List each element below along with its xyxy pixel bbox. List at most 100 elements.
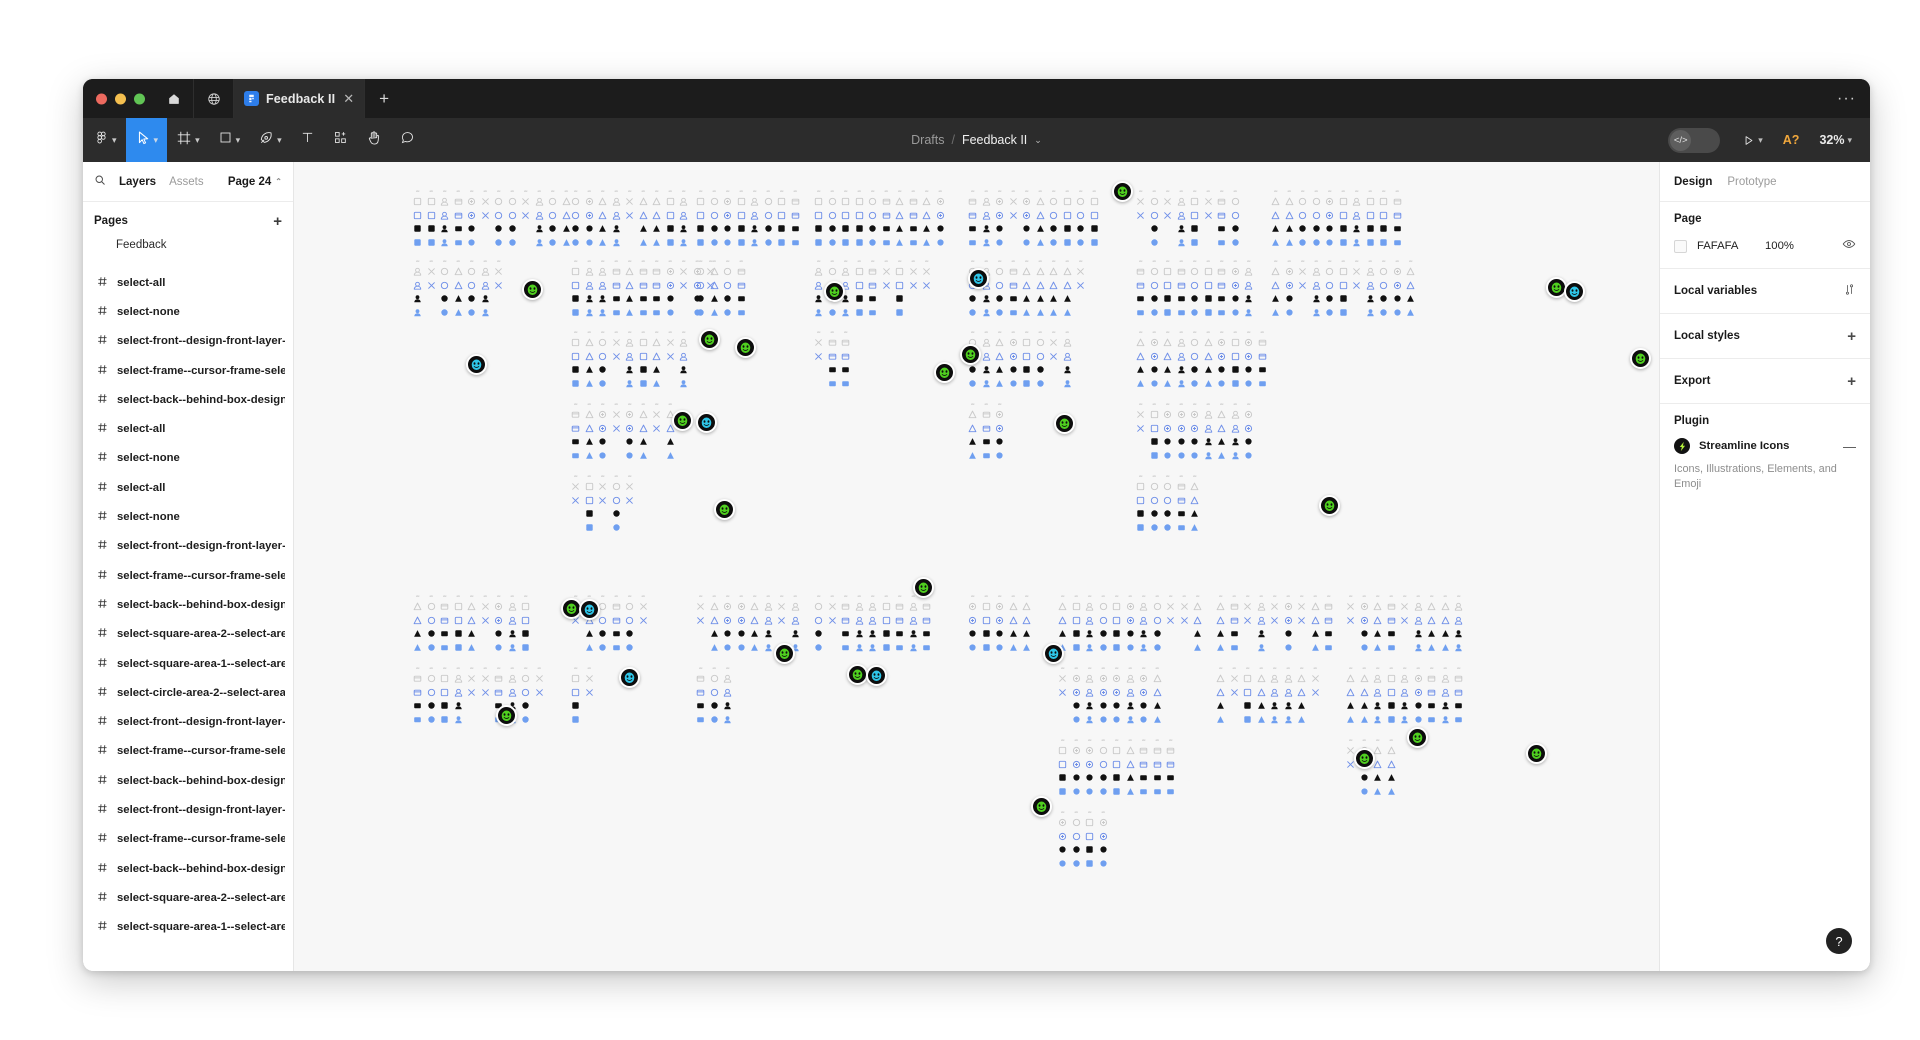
icon-cell[interactable]	[853, 627, 867, 641]
icon-cell[interactable]	[506, 209, 520, 223]
icon-cell[interactable]	[1268, 672, 1282, 686]
icon-cell[interactable]	[1074, 306, 1088, 320]
icon-cell[interactable]	[1215, 265, 1229, 279]
icon-cell[interactable]	[1056, 672, 1070, 686]
icon-cell[interactable]	[1229, 306, 1243, 320]
icon-cell[interactable]	[1282, 686, 1296, 700]
icon-cell[interactable]	[1061, 336, 1075, 350]
icon-cell[interactable]	[1061, 236, 1075, 250]
icon-cell[interactable]	[1188, 265, 1202, 279]
icon-cell[interactable]	[479, 209, 493, 223]
icon-cell[interactable]	[721, 672, 735, 686]
icon-cell[interactable]	[839, 236, 853, 250]
icon-grid-block[interactable]: abc abc abc abc abc abc abc abc abc abc	[411, 666, 546, 726]
icon-cell[interactable]	[1391, 265, 1405, 279]
collaborator-avatar[interactable]	[522, 279, 543, 300]
icon-cell[interactable]	[1439, 699, 1453, 713]
icon-cell[interactable]	[583, 713, 597, 727]
icon-cell[interactable]	[1269, 195, 1283, 209]
icon-cell[interactable]	[1097, 843, 1111, 857]
icon-cell[interactable]	[721, 292, 735, 306]
icon-grid-block[interactable]: abcabcabcabcabcabcabcabcabc	[569, 330, 691, 390]
icon-cell[interactable]	[993, 279, 1007, 293]
icon-cell[interactable]	[1228, 641, 1242, 655]
icon-cell[interactable]	[1385, 614, 1399, 628]
icon-cell[interactable]	[1241, 686, 1255, 700]
icon-cell[interactable]	[623, 641, 637, 655]
icon-cell[interactable]	[452, 699, 466, 713]
icon-cell[interactable]	[1344, 672, 1358, 686]
icon-cell[interactable]	[1151, 641, 1165, 655]
icon-cell[interactable]	[1137, 672, 1151, 686]
icon-cell[interactable]	[1007, 614, 1021, 628]
icon-grid-block[interactable]: abc abc abc abc abc abc abc abc abc abc abc	[1269, 259, 1418, 319]
icon-cell[interactable]	[966, 292, 980, 306]
icon-cell[interactable]	[694, 627, 708, 641]
icon-cell[interactable]	[1358, 686, 1372, 700]
icon-cell[interactable]	[1404, 306, 1418, 320]
layer-row[interactable]: select-square-area-1--select-are...	[83, 913, 293, 942]
icon-cell[interactable]	[677, 350, 691, 364]
icon-cell[interactable]	[1377, 292, 1391, 306]
icon-cell[interactable]	[596, 222, 610, 236]
icon-grid-block[interactable]: abc abc abc abc abc abc abc abc	[1056, 666, 1164, 726]
icon-cell[interactable]	[812, 614, 826, 628]
icon-cell[interactable]	[1110, 641, 1124, 655]
icon-cell[interactable]	[1391, 306, 1405, 320]
icon-cell[interactable]	[907, 600, 921, 614]
icon-cell[interactable]	[1269, 279, 1283, 293]
icon-cell[interactable]	[623, 408, 637, 422]
icon-cell[interactable]	[1097, 672, 1111, 686]
icon-cell[interactable]	[519, 699, 533, 713]
shape-tool[interactable]: ▾	[209, 118, 250, 162]
icon-cell[interactable]	[1175, 306, 1189, 320]
icon-cell[interactable]	[1148, 306, 1162, 320]
collaborator-avatar[interactable]	[934, 362, 955, 383]
icon-cell[interactable]	[1161, 292, 1175, 306]
icon-cell[interactable]	[637, 627, 651, 641]
icon-cell[interactable]	[993, 222, 1007, 236]
icon-cell[interactable]	[569, 435, 583, 449]
icon-cell[interactable]	[1034, 265, 1048, 279]
icon-cell[interactable]	[569, 521, 583, 535]
icon-cell[interactable]	[650, 350, 664, 364]
icon-cell[interactable]	[1412, 699, 1426, 713]
collaborator-avatar[interactable]	[1526, 743, 1547, 764]
icon-cell[interactable]	[569, 265, 583, 279]
icon-cell[interactable]	[411, 292, 425, 306]
icon-cell[interactable]	[866, 600, 880, 614]
icon-cell[interactable]	[610, 279, 624, 293]
icon-cell[interactable]	[506, 600, 520, 614]
icon-cell[interactable]	[1377, 279, 1391, 293]
icon-cell[interactable]	[826, 377, 840, 391]
icon-cell[interactable]	[1175, 480, 1189, 494]
icon-cell[interactable]	[452, 195, 466, 209]
icon-cell[interactable]	[812, 377, 826, 391]
icon-cell[interactable]	[735, 195, 749, 209]
icon-cell[interactable]	[1452, 614, 1466, 628]
icon-cell[interactable]	[1137, 713, 1151, 727]
icon-grid-block[interactable]: abc abc abc abc abc abc abc abc	[694, 189, 802, 249]
icon-cell[interactable]	[1034, 209, 1048, 223]
icon-cell[interactable]	[893, 236, 907, 250]
icon-cell[interactable]	[650, 363, 664, 377]
icon-cell[interactable]	[1404, 265, 1418, 279]
icon-cell[interactable]	[1323, 195, 1337, 209]
icon-cell[interactable]	[664, 306, 678, 320]
icon-cell[interactable]	[596, 363, 610, 377]
icon-cell[interactable]	[1097, 699, 1111, 713]
icon-cell[interactable]	[1377, 265, 1391, 279]
icon-grid-block[interactable]: abc abc abc	[694, 666, 735, 726]
icon-cell[interactable]	[610, 222, 624, 236]
icon-cell[interactable]	[1188, 222, 1202, 236]
icon-cell[interactable]	[506, 222, 520, 236]
icon-cell[interactable]	[1412, 641, 1426, 655]
icon-cell[interactable]	[1148, 336, 1162, 350]
icon-cell[interactable]	[880, 236, 894, 250]
icon-cell[interactable]	[1309, 672, 1323, 686]
icon-cell[interactable]	[1344, 641, 1358, 655]
icon-cell[interactable]	[880, 614, 894, 628]
icon-cell[interactable]	[1097, 758, 1111, 772]
icon-cell[interactable]	[1178, 627, 1192, 641]
icon-cell[interactable]	[934, 236, 948, 250]
